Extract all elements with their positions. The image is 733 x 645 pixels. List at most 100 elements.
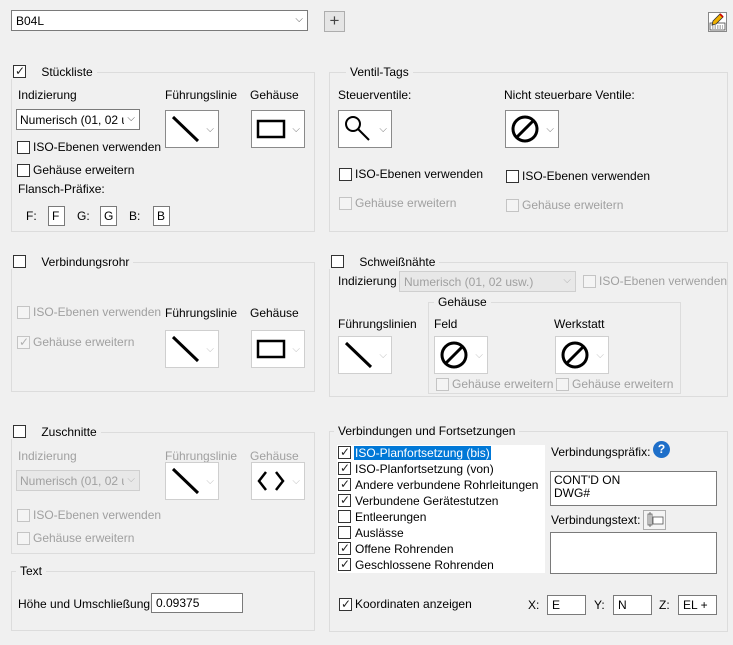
connection-item-checkbox[interactable]: ✓: [338, 541, 351, 555]
chevron-down-icon: ⌵: [292, 476, 300, 487]
connection-item-checkbox[interactable]: [338, 526, 351, 539]
zuschnitte-indexing-combo[interactable]: Numerisch (01, 02 us ⌵: [16, 470, 140, 491]
zuschnitte-leader-combo[interactable]: ⌵: [165, 462, 219, 500]
schweiss-field-label: Feld: [434, 317, 458, 331]
schweiss-iso-checkbox[interactable]: [583, 275, 596, 288]
ventil-iso2-label: ISO-Ebenen verwenden: [522, 169, 651, 183]
ventil-iso1-checkbox[interactable]: [339, 168, 352, 181]
ventil-expand1-label: Gehäuse erweitern: [355, 196, 457, 210]
connection-item-checkbox[interactable]: [338, 510, 351, 523]
flange-b-input[interactable]: B: [153, 206, 170, 226]
diagonal-leader-icon: [344, 341, 373, 369]
stueckliste-indexing-label: Indizierung: [18, 88, 77, 102]
zuschnitte-iso-checkbox[interactable]: [17, 509, 30, 522]
connection-item-checkbox[interactable]: ✓: [338, 557, 351, 571]
edit-settings-icon[interactable]: [708, 12, 727, 32]
schweiss-shop-combo[interactable]: ⌵: [555, 336, 609, 374]
flange-f-input[interactable]: F: [48, 206, 65, 226]
help-icon[interactable]: ?: [653, 441, 670, 458]
connection-list-item[interactable]: ✓ Verbundene Gerätestutzen: [337, 493, 542, 509]
connection-list-item[interactable]: ✓ ISO-Planfortsetzung (bis): [337, 445, 542, 461]
connection-item-checkbox[interactable]: ✓: [338, 445, 351, 459]
schweiss-checkbox[interactable]: [331, 255, 344, 268]
chevron-down-icon: ⌵: [475, 350, 483, 361]
ventil-expand1-checkbox[interactable]: [339, 197, 352, 210]
zuschnitte-expand-checkbox[interactable]: [17, 532, 30, 545]
stueckliste-housing-combo[interactable]: ⌵: [251, 110, 305, 148]
zuschnitte-checkbox[interactable]: [13, 425, 26, 438]
ventil-iso2-checkbox[interactable]: [506, 170, 519, 183]
verbindungsrohr-iso-checkbox[interactable]: [17, 306, 30, 319]
connection-text-label: Verbindungstext:: [551, 513, 641, 527]
rectangle-housing-icon: [256, 339, 286, 359]
rectangle-housing-icon: [256, 119, 286, 139]
zuschnitte-title: Zuschnitte: [41, 425, 97, 439]
control-valves-label: Steuerventile:: [338, 88, 412, 102]
verbindungsrohr-checkbox[interactable]: [13, 255, 26, 268]
angle-brackets-icon: [257, 471, 285, 491]
coord-z-input[interactable]: EL +: [678, 595, 717, 615]
connection-list-item[interactable]: ✓ Andere verbundene Rohrleitungen: [337, 477, 542, 493]
verbindungsrohr-leader-combo[interactable]: ⌵: [165, 330, 219, 368]
verbindungsrohr-housing-combo[interactable]: ⌵: [251, 330, 305, 368]
profile-combo[interactable]: B04L ⌵: [11, 10, 308, 31]
schweiss-expand1-checkbox[interactable]: [436, 378, 449, 391]
zuschnitte-indexing-value: Numerisch (01, 02 us: [20, 474, 124, 488]
schweiss-title: Schweißnähte: [359, 255, 436, 269]
schweiss-expand2-checkbox[interactable]: [556, 378, 569, 391]
zuschnitte-housing-combo[interactable]: ⌵: [251, 462, 305, 500]
stueckliste-leader-combo[interactable]: ⌵: [165, 110, 219, 148]
stueckliste-checkbox[interactable]: ✓: [13, 64, 26, 78]
text-height-input[interactable]: 0.09375: [151, 593, 243, 613]
connection-list-item[interactable]: ✓ ISO-Planfortsetzung (von): [337, 461, 542, 477]
coord-x-input[interactable]: E: [547, 595, 586, 615]
zuschnitte-expand-label: Gehäuse erweitern: [33, 531, 135, 545]
chevron-down-icon: ⌵: [295, 14, 303, 25]
coord-y-input[interactable]: N: [613, 595, 652, 615]
connection-item-checkbox[interactable]: ✓: [338, 461, 351, 475]
connection-list-item[interactable]: ✓ Geschlossene Rohrenden: [337, 557, 542, 573]
connection-prefix-textarea[interactable]: CONT'D ON DWG#: [550, 471, 717, 506]
verbindungsrohr-expand-checkbox[interactable]: ✓: [17, 335, 30, 349]
connection-list-item[interactable]: Auslässe: [337, 525, 542, 541]
connection-item-label: Geschlossene Rohrenden: [355, 558, 494, 572]
insert-field-icon: [647, 512, 664, 527]
flange-prefix-label: Flansch-Präfixe:: [18, 182, 105, 196]
stueckliste-leader-label: Führungslinie: [165, 88, 238, 102]
diagonal-leader-icon: [171, 335, 200, 363]
diagonal-leader-icon: [171, 115, 200, 143]
show-coordinates-checkbox[interactable]: ✓: [339, 597, 352, 611]
stueckliste-expand-label: Gehäuse erweitern: [33, 163, 135, 177]
schweiss-field-combo[interactable]: ⌵: [434, 336, 488, 374]
no-symbol-icon: [511, 115, 539, 143]
connection-list-item[interactable]: Entleerungen: [337, 509, 542, 525]
noncontrol-valves-combo[interactable]: ⌵: [505, 110, 559, 148]
connection-item-checkbox[interactable]: ✓: [338, 493, 351, 507]
plus-icon: +: [329, 11, 340, 30]
stueckliste-indexing-combo[interactable]: Numerisch (01, 02 us ⌵: [16, 109, 140, 130]
text-group-title: Text: [16, 564, 47, 578]
connection-list-item[interactable]: ✓ Offene Rohrenden: [337, 541, 542, 557]
verbindungsrohr-expand-label: Gehäuse erweitern: [33, 335, 135, 349]
flange-g-input[interactable]: G: [100, 206, 117, 226]
schweiss-indexing-combo[interactable]: Numerisch (01, 02 usw.) ⌵: [399, 271, 576, 292]
magnifier-icon: [345, 116, 370, 141]
connection-text-textarea[interactable]: [550, 532, 717, 574]
control-valves-combo[interactable]: ⌵: [338, 110, 392, 148]
connection-item-label: ISO-Planfortsetzung (von): [355, 462, 494, 476]
connection-item-label: Andere verbundene Rohrleitungen: [355, 478, 539, 492]
schweiss-iso-label: ISO-Ebenen verwenden: [599, 274, 728, 288]
no-symbol-icon: [440, 341, 468, 369]
stueckliste-expand-checkbox[interactable]: [17, 164, 30, 177]
chevron-down-icon: ⌵: [292, 124, 300, 135]
chevron-down-icon: ⌵: [292, 344, 300, 355]
stueckliste-iso-checkbox[interactable]: [17, 141, 30, 154]
insert-field-button[interactable]: [643, 510, 666, 530]
chevron-down-icon: ⌵: [127, 113, 135, 124]
coord-x-label: X:: [528, 598, 540, 612]
add-profile-button[interactable]: +: [324, 11, 345, 32]
schweiss-leader-combo[interactable]: ⌵: [338, 336, 392, 374]
connections-list[interactable]: ✓ ISO-Planfortsetzung (bis) ✓ ISO-Planforts…: [337, 445, 545, 573]
connection-item-checkbox[interactable]: ✓: [338, 477, 351, 491]
ventil-expand2-checkbox[interactable]: [506, 199, 519, 212]
